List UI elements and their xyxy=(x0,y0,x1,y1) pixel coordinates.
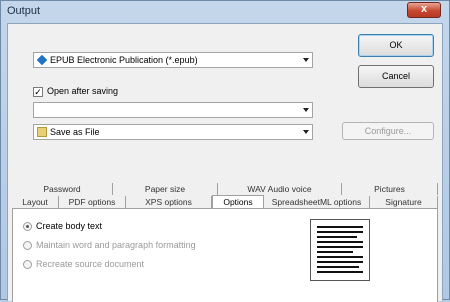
tab-layout[interactable]: Layout xyxy=(12,196,59,208)
title-bar[interactable]: Output x xyxy=(1,1,449,23)
radio-maintain-formatting-button[interactable] xyxy=(23,241,32,250)
tab-pictures[interactable]: Pictures xyxy=(342,183,438,195)
save-destination-select[interactable]: Save as File xyxy=(33,124,313,140)
options-tab-panel: Create body text Maintain word and parag… xyxy=(12,208,438,302)
application-select[interactable] xyxy=(33,102,313,118)
tab-row-top: Password Paper size WAV Audio voice Pict… xyxy=(8,183,444,195)
tab-pdf-options[interactable]: PDF options xyxy=(59,196,126,208)
tab-row-bottom: Layout PDF options XPS options Options S… xyxy=(8,195,444,209)
tab-signature[interactable]: Signature xyxy=(370,196,438,208)
tab-paper-size[interactable]: Paper size xyxy=(113,183,218,195)
radio-create-body-text-label: Create body text xyxy=(36,221,103,231)
dialog-client: EPUB Electronic Publication (*.epub) ✓ O… xyxy=(7,23,444,302)
output-format-value: EPUB Electronic Publication (*.epub) xyxy=(50,55,198,65)
open-after-saving-label: Open after saving xyxy=(47,86,119,96)
open-after-saving-checkbox[interactable]: ✓ xyxy=(33,87,43,97)
tab-xps-options[interactable]: XPS options xyxy=(126,196,212,208)
ok-button[interactable]: OK xyxy=(358,34,434,57)
radio-maintain-formatting-label: Maintain word and paragraph formatting xyxy=(36,240,196,250)
radio-recreate-source-label: Recreate source document xyxy=(36,259,145,269)
chevron-down-icon xyxy=(303,130,309,134)
document-preview-icon xyxy=(310,219,370,281)
tab-spreadsheetml-options[interactable]: SpreadsheetML options xyxy=(264,196,370,208)
output-format-select[interactable]: EPUB Electronic Publication (*.epub) xyxy=(33,52,313,68)
epub-icon xyxy=(36,54,48,66)
close-button[interactable]: x xyxy=(407,2,441,18)
chevron-down-icon xyxy=(303,58,309,62)
tab-password[interactable]: Password xyxy=(12,183,113,195)
radio-recreate-source-button[interactable] xyxy=(23,260,32,269)
configure-button[interactable]: Configure... xyxy=(342,122,434,140)
cancel-button[interactable]: Cancel xyxy=(358,65,434,88)
dialog-title: Output xyxy=(7,5,41,17)
tab-options[interactable]: Options xyxy=(212,195,264,209)
tab-wav-audio-voice[interactable]: WAV Audio voice xyxy=(218,183,342,195)
save-destination-value: Save as File xyxy=(50,127,100,137)
radio-create-body-text-button[interactable] xyxy=(23,222,32,231)
chevron-down-icon xyxy=(303,108,309,112)
output-dialog: Output x EPUB Electronic Publication (*.… xyxy=(0,0,450,302)
folder-icon xyxy=(37,127,47,137)
close-icon: x xyxy=(420,3,428,15)
